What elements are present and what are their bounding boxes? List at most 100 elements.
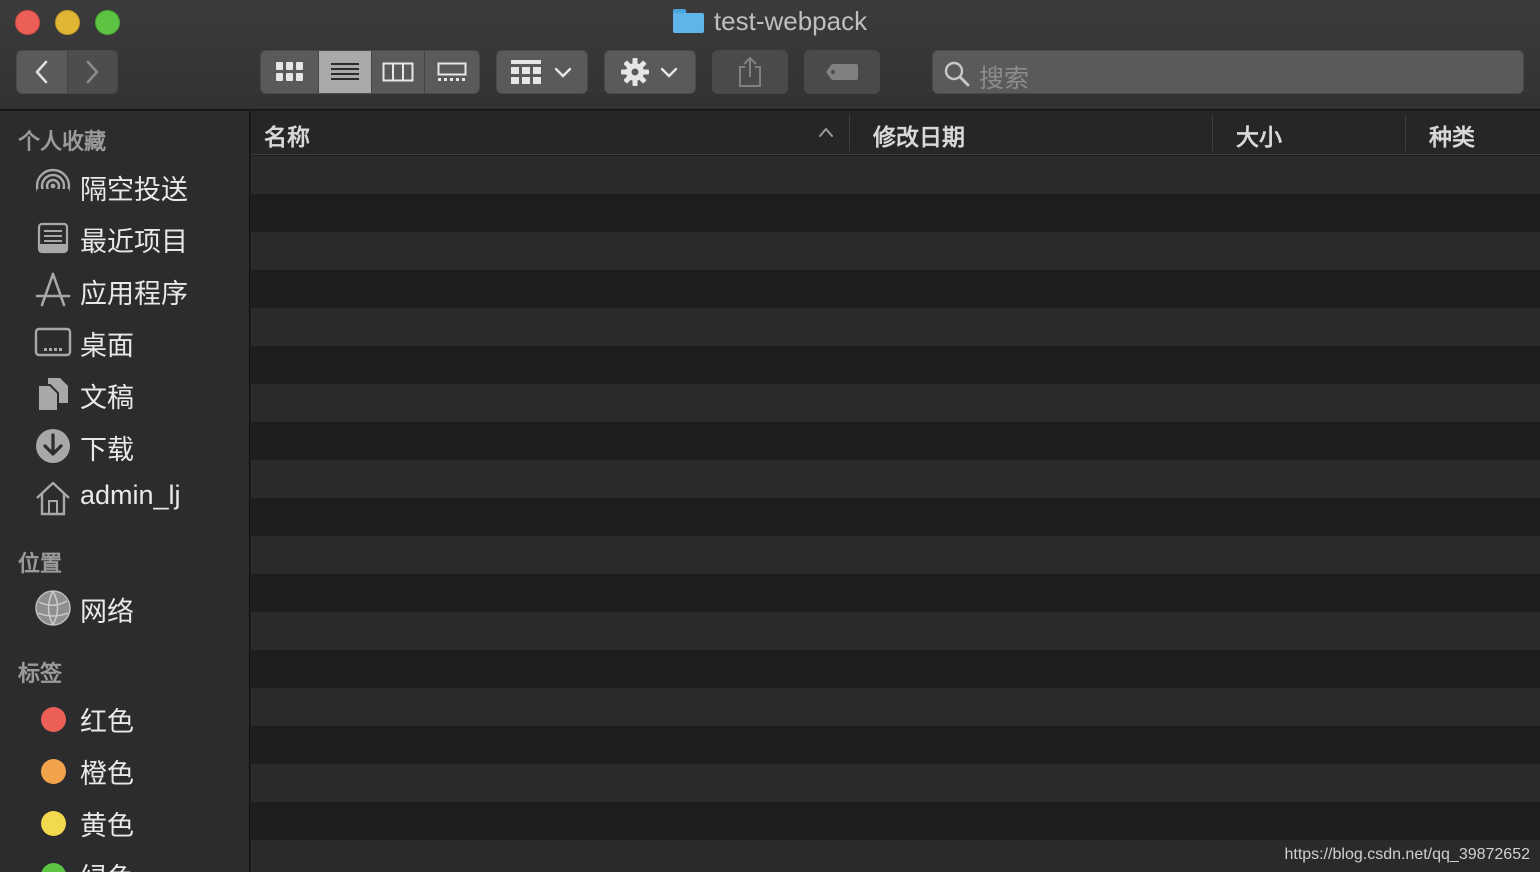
network-icon bbox=[35, 590, 71, 626]
empty-row bbox=[251, 270, 1540, 308]
sidebar-item-tag-yellow[interactable]: 黄色 bbox=[0, 798, 249, 844]
column-header-kind[interactable]: 种类 bbox=[1429, 118, 1475, 152]
applications-icon bbox=[35, 272, 71, 307]
empty-row bbox=[251, 308, 1540, 346]
list-rows bbox=[251, 156, 1540, 872]
sidebar-item-label: 文稿 bbox=[80, 383, 134, 413]
empty-row bbox=[251, 194, 1540, 232]
desktop-icon bbox=[34, 327, 72, 357]
column-header-name[interactable]: 名称 bbox=[264, 118, 310, 152]
chevron-left-icon bbox=[35, 60, 48, 84]
icon-view-icon bbox=[275, 62, 303, 81]
sidebar: 个人收藏 隔空投送 最近项目 应用程序 桌面 文稿 下载 admin_lj 位置… bbox=[0, 111, 250, 872]
finder-window: test-webpack 搜索 个人收藏 隔空投送 最近项目 应用程序 桌面 文… bbox=[0, 0, 1540, 872]
action-menu-button[interactable] bbox=[604, 50, 696, 94]
gallery-view-button[interactable] bbox=[425, 51, 479, 93]
sidebar-item-desktop[interactable]: 桌面 bbox=[0, 318, 249, 364]
favorites-header: 个人收藏 bbox=[18, 129, 107, 154]
sidebar-item-documents[interactable]: 文稿 bbox=[0, 370, 249, 416]
column-view-button[interactable] bbox=[372, 51, 425, 93]
recents-icon bbox=[37, 222, 69, 254]
sidebar-item-network[interactable]: 网络 bbox=[0, 584, 249, 630]
sidebar-item-downloads[interactable]: 下载 bbox=[0, 422, 249, 468]
sidebar-item-label: 桌面 bbox=[80, 331, 134, 361]
sidebar-item-label: 橙色 bbox=[80, 759, 134, 789]
sidebar-item-tag-green[interactable]: 绿色 bbox=[0, 850, 249, 872]
documents-icon bbox=[37, 378, 68, 412]
list-view-icon bbox=[331, 63, 359, 80]
group-icon bbox=[511, 60, 541, 84]
home-icon bbox=[36, 481, 70, 516]
sidebar-item-tag-red[interactable]: 红色 bbox=[0, 694, 249, 740]
column-header-size[interactable]: 大小 bbox=[1236, 118, 1282, 152]
share-icon bbox=[739, 56, 761, 87]
empty-row bbox=[251, 460, 1540, 498]
sidebar-item-label: 红色 bbox=[80, 707, 134, 737]
tag-color-dot bbox=[41, 759, 66, 784]
empty-row bbox=[251, 536, 1540, 574]
folder-icon bbox=[672, 9, 704, 33]
tag-color-dot bbox=[41, 707, 66, 732]
empty-row bbox=[251, 232, 1540, 270]
empty-row bbox=[251, 422, 1540, 460]
sidebar-item-label: 最近项目 bbox=[80, 227, 188, 257]
empty-row bbox=[251, 498, 1540, 536]
empty-row bbox=[251, 726, 1540, 764]
edit-tags-button[interactable] bbox=[804, 50, 880, 94]
gear-icon bbox=[621, 58, 649, 86]
back-button[interactable] bbox=[17, 51, 68, 93]
empty-row bbox=[251, 156, 1540, 194]
column-view-icon bbox=[382, 62, 414, 82]
column-divider[interactable] bbox=[1212, 115, 1213, 151]
icon-view-button[interactable] bbox=[261, 51, 319, 93]
sort-ascending-icon bbox=[819, 127, 833, 137]
forward-button[interactable] bbox=[67, 51, 117, 93]
gallery-view-icon bbox=[437, 62, 467, 81]
sidebar-item-label: 绿色 bbox=[80, 856, 134, 872]
downloads-icon bbox=[36, 429, 70, 463]
sidebar-item-home[interactable]: admin_lj bbox=[0, 474, 249, 520]
toolbar: test-webpack 搜索 bbox=[0, 0, 1540, 110]
empty-row bbox=[251, 650, 1540, 688]
group-by-button[interactable] bbox=[496, 50, 588, 94]
window-title-text: test-webpack bbox=[713, 6, 868, 36]
sidebar-item-label: 下载 bbox=[80, 435, 134, 465]
search-placeholder: 搜索 bbox=[979, 65, 1030, 93]
chevron-down-icon bbox=[660, 67, 678, 78]
column-divider[interactable] bbox=[1405, 115, 1406, 151]
search-field[interactable]: 搜索 bbox=[932, 50, 1524, 94]
watermark: https://blog.csdn.net/qq_39872652 bbox=[1284, 846, 1530, 863]
list-header: 名称 修改日期 大小 种类 bbox=[251, 111, 1540, 155]
empty-row bbox=[251, 384, 1540, 422]
locations-header: 位置 bbox=[18, 551, 63, 576]
empty-row bbox=[251, 688, 1540, 726]
empty-row bbox=[251, 346, 1540, 384]
column-divider[interactable] bbox=[849, 115, 850, 151]
chevron-right-icon bbox=[86, 60, 99, 84]
empty-row bbox=[251, 802, 1540, 840]
tag-icon bbox=[826, 64, 858, 80]
sidebar-item-applications[interactable]: 应用程序 bbox=[0, 266, 249, 312]
tag-color-dot bbox=[41, 863, 66, 872]
search-icon bbox=[944, 61, 970, 87]
empty-row bbox=[251, 574, 1540, 612]
navigation-group bbox=[16, 50, 118, 94]
file-list: 名称 修改日期 大小 种类 https://blog.csdn.net/qq_3… bbox=[251, 111, 1540, 872]
column-header-modified[interactable]: 修改日期 bbox=[873, 118, 965, 152]
empty-row bbox=[251, 612, 1540, 650]
view-mode-control bbox=[260, 50, 480, 94]
sidebar-item-recents[interactable]: 最近项目 bbox=[0, 214, 249, 260]
tags-header: 标签 bbox=[18, 661, 63, 686]
sidebar-item-tag-orange[interactable]: 橙色 bbox=[0, 746, 249, 792]
airdrop-icon bbox=[35, 168, 71, 205]
window-title: test-webpack bbox=[0, 6, 1540, 37]
sidebar-item-label: admin_lj bbox=[80, 480, 181, 510]
sidebar-item-label: 黄色 bbox=[80, 811, 134, 841]
sidebar-item-label: 网络 bbox=[80, 597, 134, 627]
sidebar-item-label: 应用程序 bbox=[80, 279, 188, 309]
chevron-down-icon bbox=[554, 67, 572, 78]
sidebar-item-label: 隔空投送 bbox=[80, 175, 188, 205]
list-view-button[interactable] bbox=[319, 51, 372, 93]
share-button[interactable] bbox=[712, 50, 788, 94]
sidebar-item-airdrop[interactable]: 隔空投送 bbox=[0, 162, 249, 208]
